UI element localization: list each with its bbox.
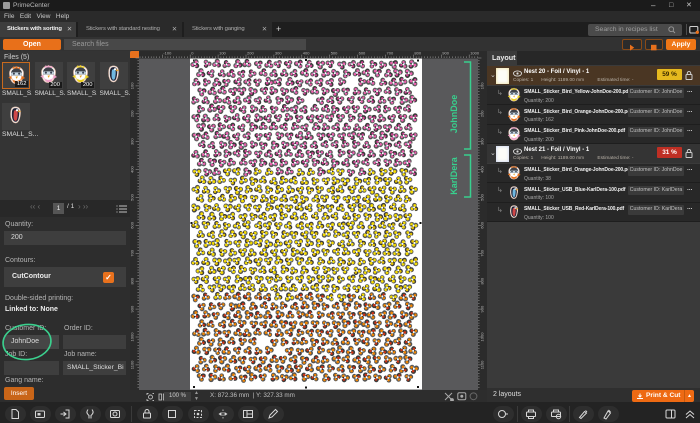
svg-text:500: 500 (480, 193, 485, 200)
svg-text:1100: 1100 (480, 360, 485, 369)
svg-text:1000: 1000 (130, 332, 135, 342)
svg-text:700: 700 (130, 249, 135, 256)
svg-text:600: 600 (130, 221, 135, 228)
svg-text:400: 400 (480, 165, 485, 172)
svg-text:100: 100 (219, 51, 226, 56)
svg-text:800: 800 (480, 277, 485, 284)
svg-text:900: 900 (480, 305, 485, 312)
svg-text:300: 300 (130, 138, 135, 145)
svg-text:500: 500 (331, 51, 338, 56)
svg-text:500: 500 (130, 193, 135, 200)
svg-text:300: 300 (480, 138, 485, 145)
svg-text:1000: 1000 (470, 51, 480, 56)
svg-text:200: 200 (247, 51, 254, 56)
svg-text:900: 900 (130, 305, 135, 312)
svg-text:400: 400 (303, 51, 310, 56)
svg-text:600: 600 (359, 51, 366, 56)
svg-text:200: 200 (480, 110, 485, 117)
svg-text:200: 200 (130, 110, 135, 117)
svg-text:100: 100 (130, 82, 135, 89)
svg-text:700: 700 (480, 249, 485, 256)
svg-text:800: 800 (130, 277, 135, 284)
svg-text:600: 600 (480, 221, 485, 228)
svg-text:800: 800 (414, 51, 421, 56)
svg-text:900: 900 (442, 51, 449, 56)
svg-text:100: 100 (480, 82, 485, 89)
svg-text:1100: 1100 (130, 360, 135, 369)
svg-text:400: 400 (130, 165, 135, 172)
svg-text:KarlDera: KarlDera (449, 156, 459, 195)
svg-text:JohnDoe: JohnDoe (449, 95, 459, 134)
svg-text:700: 700 (387, 51, 394, 56)
svg-text:-100: -100 (163, 51, 172, 56)
svg-text:300: 300 (275, 51, 282, 56)
svg-text:1000: 1000 (480, 332, 485, 342)
